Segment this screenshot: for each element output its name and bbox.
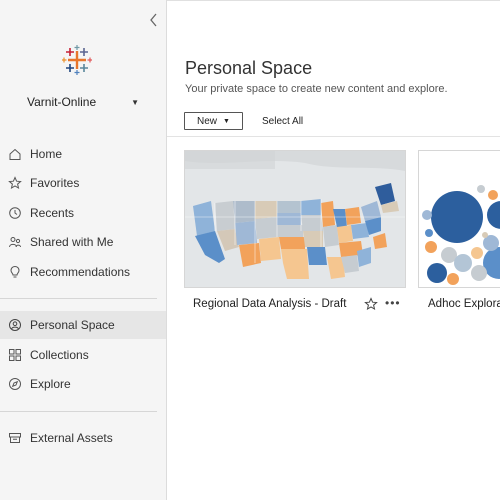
toolbar-divider [167,136,500,137]
sidebar-item-label: Home [30,147,63,161]
sidebar-item-label: Recents [30,206,75,220]
sidebar-divider [0,411,157,412]
clock-icon [9,207,21,219]
grid-icon [9,349,21,361]
sidebar-item-collections[interactable]: Collections [0,341,166,369]
tableau-logo-icon [62,45,92,75]
sidebar-item-explore[interactable]: Explore [0,370,166,398]
sidebar-item-recommendations[interactable]: Recommendations [0,258,166,286]
compass-icon [9,378,21,390]
sidebar-item-external-assets[interactable]: External Assets [0,424,166,452]
home-icon [9,148,21,160]
bubble-chart-thumbnail [419,151,500,287]
site-name: Varnit-Online [27,95,97,109]
workbook-card-title[interactable]: Regional Data Analysis - Draft [193,298,346,310]
page-title: Personal Space [185,58,313,78]
select-all-button[interactable]: Select All [262,116,303,127]
sidebar-item-recents[interactable]: Recents [0,199,166,227]
map-thumbnail [185,151,405,287]
sidebar-item-label: External Assets [30,431,113,445]
header-rule [167,0,500,1]
sidebar-item-personal-space[interactable]: Personal Space [0,311,166,339]
sidebar-item-label: Recommendations [30,265,131,279]
new-button[interactable]: New ▼ [184,112,243,130]
page-subtitle: Your private space to create new content… [185,83,448,95]
favorite-star-icon[interactable] [364,297,378,311]
collapse-sidebar-icon[interactable] [146,12,162,28]
more-actions-icon[interactable]: ••• [385,296,401,310]
workbook-card-thumbnail[interactable] [418,150,500,288]
workbook-card-title[interactable]: Adhoc Explorat [428,298,500,310]
sidebar-item-label: Collections [30,348,89,362]
sidebar-item-favorites[interactable]: Favorites [0,169,166,197]
star-icon [8,176,22,190]
people-icon [9,237,21,248]
sidebar-item-home[interactable]: Home [0,140,166,168]
sidebar-item-label: Personal Space [30,318,115,332]
sidebar-divider [0,298,157,299]
site-selector[interactable]: Varnit-Online ▼ [27,95,139,111]
sidebar-item-label: Explore [30,377,71,391]
database-icon [9,433,21,443]
caret-down-icon: ▼ [223,117,230,125]
workbook-card-thumbnail[interactable] [184,150,406,288]
sidebar-item-label: Shared with Me [30,235,114,249]
caret-down-icon: ▼ [131,98,139,107]
lightbulb-icon [10,265,20,278]
new-button-label: New [197,115,218,127]
sidebar-item-shared-with-me[interactable]: Shared with Me [0,228,166,256]
sidebar: Varnit-Online ▼ Home Favorites Recents S… [0,0,167,500]
user-icon [9,319,21,331]
sidebar-item-label: Favorites [30,176,80,190]
